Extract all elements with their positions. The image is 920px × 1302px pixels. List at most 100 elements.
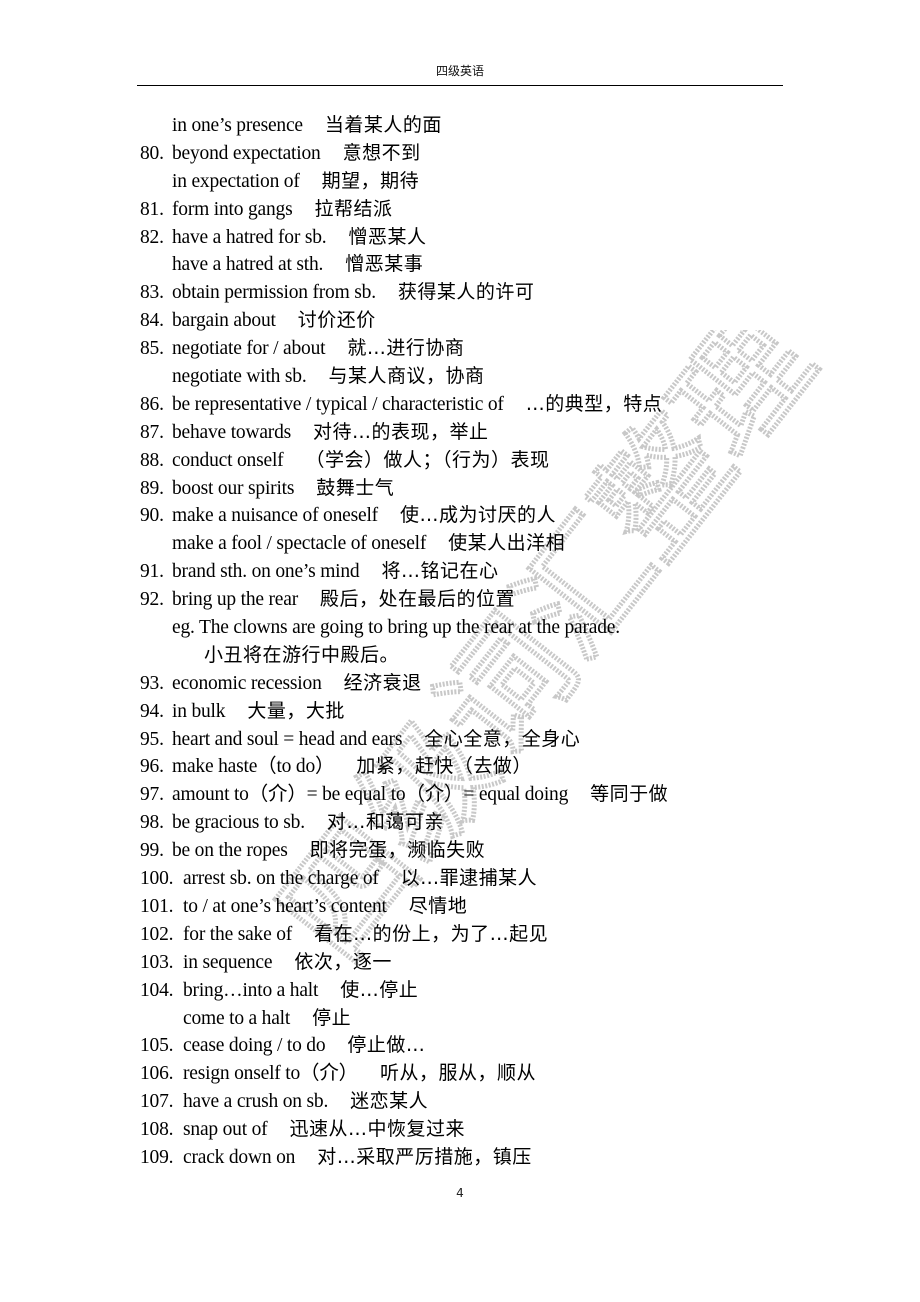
english-phrase: in expectation of — [172, 170, 300, 192]
phrase-entry: 102. for the sake of 看在…的份上，为了…起见 — [140, 921, 800, 949]
entry-number: 107. — [140, 1091, 174, 1113]
chinese-meaning: 当着某人的面 — [324, 114, 442, 136]
chinese-meaning: 拉帮结派 — [314, 197, 393, 220]
entry-number: 104. — [140, 979, 174, 1001]
chinese-meaning: （学会）做人；（行为）表现 — [305, 448, 550, 471]
phrase-entry: 80. beyond expectation 意想不到 — [140, 140, 800, 168]
english-phrase: economic recession — [172, 672, 322, 694]
phrase-entry: make a fool / spectacle of oneself 使某人出洋相 — [140, 530, 800, 558]
entry-number: 80. — [140, 142, 164, 164]
chinese-meaning: 对待…的表现，举止 — [313, 420, 489, 443]
english-phrase: bring…into a halt — [183, 979, 319, 1001]
entry-number: 85. — [140, 338, 164, 360]
english-phrase: boost our spirits — [172, 477, 295, 499]
english-phrase: for the sake of — [183, 923, 293, 945]
chinese-meaning: 尽情地 — [408, 894, 468, 917]
entry-number: 88. — [140, 449, 164, 471]
phrase-entry: 109. crack down on 对…采取严厉措施，镇压 — [140, 1144, 800, 1172]
chinese-meaning: 迅速从…中恢复过来 — [289, 1118, 465, 1141]
entry-number: 84. — [140, 310, 164, 332]
phrase-entry: 103. in sequence 依次，逐一 — [140, 949, 800, 977]
phrase-entry: have a hatred at sth. 憎恶某事 — [140, 251, 800, 279]
chinese-meaning: 就…进行协商 — [347, 337, 465, 360]
chinese-meaning: 使某人出洋相 — [448, 532, 566, 555]
chinese-meaning: 看在…的份上，为了…起见 — [314, 922, 549, 945]
entry-number: 100. — [140, 868, 174, 890]
chinese-meaning: 经济衰退 — [343, 671, 422, 694]
english-phrase: bargain about — [172, 310, 276, 332]
phrase-entry: 97. amount to（介）= be equal to（介）= equal d… — [140, 781, 800, 809]
phrase-entry: in one’s presence 当着某人的面 — [140, 112, 800, 140]
chinese-meaning: 对…和蔼可亲 — [326, 811, 444, 834]
phrase-entry: 91. brand sth. on one’s mind 将…铭记在心 — [140, 558, 800, 586]
chinese-meaning: 等同于做 — [590, 783, 669, 806]
english-phrase: have a hatred at sth. — [172, 254, 324, 276]
english-phrase: cease doing / to do — [183, 1035, 326, 1057]
phrase-entry: 104. bring…into a halt 使…停止 — [140, 977, 800, 1005]
page-number: 4 — [456, 1186, 464, 1200]
entry-number: 91. — [140, 561, 164, 583]
entry-number: 101. — [140, 895, 174, 917]
english-phrase: be on the ropes — [172, 840, 288, 862]
chinese-meaning: 期望，期待 — [321, 169, 420, 192]
chinese-meaning: 与某人商议，协商 — [328, 365, 485, 388]
english-phrase: beyond expectation — [172, 142, 321, 164]
chinese-meaning: 讨价还价 — [297, 309, 376, 332]
entry-number: 103. — [140, 951, 174, 973]
entry-number: 105. — [140, 1035, 174, 1057]
english-phrase: amount to（介）= be equal to（介）= equal doin… — [172, 784, 569, 806]
header-divider — [137, 85, 783, 86]
english-phrase: be representative / typical / characteri… — [172, 393, 504, 415]
chinese-meaning: 殿后，处在最后的位置 — [320, 588, 516, 611]
phrase-entry: 98. be gracious to sb. 对…和蔼可亲 — [140, 809, 800, 837]
chinese-meaning: 全心全意，全身心 — [424, 727, 581, 750]
phrase-entry: in expectation of 期望，期待 — [140, 168, 800, 196]
english-phrase: in one’s presence — [172, 115, 303, 136]
english-phrase: come to a halt — [183, 1007, 291, 1029]
english-phrase: crack down on — [183, 1146, 296, 1168]
chinese-meaning: 憎恶某人 — [348, 225, 427, 248]
entry-number: 82. — [140, 226, 164, 248]
entry-number: 99. — [140, 840, 164, 862]
phrase-entry: 83. obtain permission from sb. 获得某人的许可 — [140, 279, 800, 307]
entry-number: 95. — [140, 728, 164, 750]
english-phrase: obtain permission from sb. — [172, 282, 376, 304]
chinese-meaning: 停止 — [312, 1006, 352, 1029]
entry-number: 93. — [140, 672, 164, 694]
entry-number: 90. — [140, 505, 164, 527]
phrase-entry: 92. bring up the rear 殿后，处在最后的位置 — [140, 586, 800, 614]
entry-number: 97. — [140, 784, 164, 806]
english-phrase: resign onself to（介） — [183, 1063, 358, 1085]
entry-number: 81. — [140, 198, 164, 220]
entry-number: 106. — [140, 1063, 174, 1085]
chinese-meaning: 以…罪逮捕某人 — [400, 867, 538, 890]
english-phrase: to / at one’s heart’s content — [183, 895, 387, 917]
english-phrase: arrest sb. on the charge of — [183, 868, 379, 890]
entry-number: 89. — [140, 477, 164, 499]
english-phrase: negotiate for / about — [172, 338, 326, 360]
phrase-entry: 小丑将在游行中殿后。 — [140, 642, 800, 670]
chinese-meaning: 将…铭记在心 — [381, 560, 499, 583]
english-phrase: make a fool / spectacle of oneself — [172, 533, 427, 555]
phrase-entry: 88. conduct onself （学会）做人；（行为）表现 — [140, 447, 800, 475]
phrase-entry: 105. cease doing / to do 停止做… — [140, 1032, 800, 1060]
entry-number: 83. — [140, 282, 164, 304]
english-phrase: bring up the rear — [172, 589, 299, 611]
english-phrase: make a nuisance of oneself — [172, 505, 378, 527]
entry-number: 86. — [140, 393, 164, 415]
english-phrase: be gracious to sb. — [172, 812, 305, 834]
english-phrase: in bulk — [172, 700, 226, 722]
phrase-entry: come to a halt 停止 — [140, 1005, 800, 1033]
chinese-meaning: 即将完蛋，濒临失败 — [309, 839, 486, 862]
english-phrase: in sequence — [183, 951, 273, 973]
entry-number: 87. — [140, 421, 164, 443]
entry-number: 102. — [140, 923, 174, 945]
english-phrase: make haste（to do） — [172, 756, 335, 778]
chinese-meaning: 大量，大批 — [247, 699, 345, 722]
entry-number: 94. — [140, 700, 164, 722]
chinese-meaning: 小丑将在游行中殿后。 — [204, 643, 400, 666]
chinese-meaning: 依次，逐一 — [294, 950, 392, 973]
phrase-entry: 106. resign onself to（介） 听从，服从，顺从 — [140, 1060, 800, 1088]
phrase-entry: 84. bargain about 讨价还价 — [140, 307, 800, 335]
english-phrase: have a crush on sb. — [183, 1091, 329, 1113]
